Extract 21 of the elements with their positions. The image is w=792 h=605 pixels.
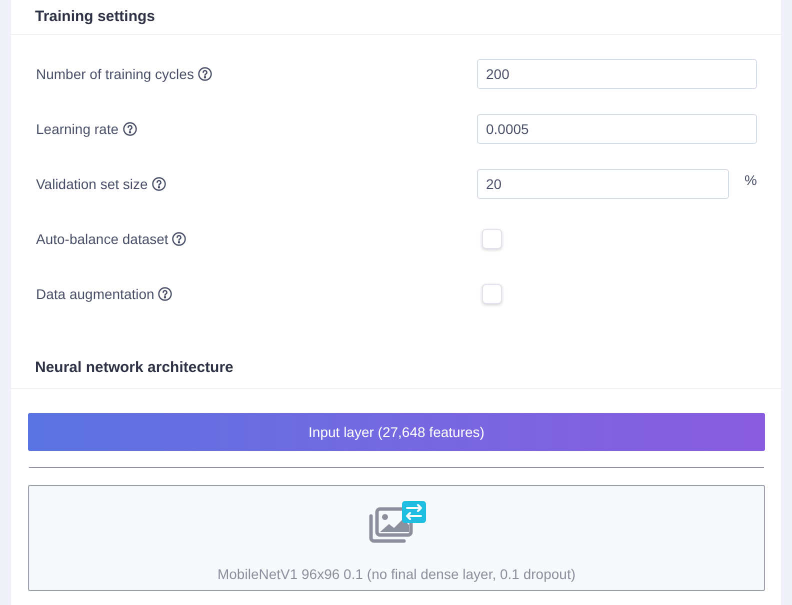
field-label: Validation set size (36, 174, 148, 194)
image-stack-icon (366, 500, 426, 544)
number-input[interactable]: 200 (477, 59, 757, 89)
layer-description: MobileNetV1 96x96 0.1 (no final dense layer, 0.1 dropout) (217, 565, 576, 584)
number-input[interactable]: 0.0005 (477, 114, 757, 144)
number-input[interactable]: 20 (477, 169, 729, 199)
section-title: Training settings (35, 6, 156, 27)
help-icon[interactable] (152, 177, 166, 191)
unit-label: % (744, 170, 757, 190)
field-label: Learning rate (36, 120, 119, 139)
field-label: Number of training cycles (36, 64, 194, 84)
section-title: Neural network architecture (35, 358, 234, 378)
help-icon[interactable] (172, 232, 186, 246)
field-label: Data augmentation (36, 284, 154, 304)
field-label: Auto-balance dataset (36, 230, 168, 248)
checkbox[interactable] (482, 284, 502, 304)
help-icon[interactable] (198, 67, 212, 81)
help-icon[interactable] (158, 287, 172, 301)
help-icon[interactable] (122, 122, 137, 136)
input-layer-bar[interactable]: Input layer (27,648 features) (28, 413, 765, 451)
checkbox[interactable] (482, 229, 502, 249)
